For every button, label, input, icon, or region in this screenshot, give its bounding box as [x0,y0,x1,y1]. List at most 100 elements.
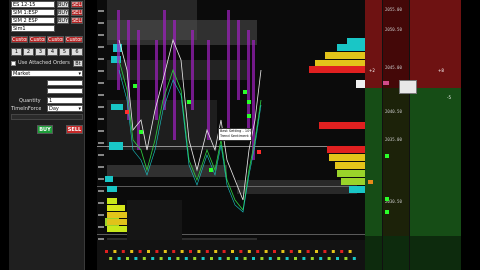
right-volume-bar [309,66,365,73]
purple-volume-column [237,20,240,100]
instrument-field[interactable]: SIM 2 ESP [11,17,55,24]
chevron-down-icon: ▾ [78,106,81,112]
signal-marker-red [257,150,261,154]
signal-marker-green [247,114,251,118]
quantity-label: Quantity [19,98,41,104]
instrument-buy-button[interactable]: BUY [57,1,69,8]
attached-orders-label: Use Attached Orders [18,60,70,66]
limit-price-field[interactable] [47,80,83,86]
price-chart-area[interactable]: Best Setting - 10% Trend Sentiment Indic… [97,0,365,270]
price-ladder[interactable]: 2055.00 2050.50 2045.00 2040.50 2035.00 … [365,0,461,270]
footer-tick-mark [235,257,239,260]
footer-tick-mark [172,250,176,253]
footer-tick-mark [285,257,289,260]
order-type-select[interactable]: Market ▾ [11,70,83,77]
stop-price-field[interactable] [47,88,83,94]
footer-tick-mark [193,257,197,260]
qty-preset-2[interactable]: 2 [23,48,34,56]
right-volume-bar [349,186,365,193]
footer-tick-mark [109,257,113,260]
price-axis-tick [98,22,104,24]
qty-preset-4[interactable]: 4 [47,48,58,56]
ladder-price-4: 2040.50 [385,109,402,114]
price-axis-tick [98,106,104,108]
footer-tick-mark [289,250,293,253]
qty-preset-3[interactable]: 3 [35,48,46,56]
buy-button[interactable]: BUY [37,125,53,134]
instrument-field[interactable]: SIM 1:ESP [11,9,55,16]
right-volume-bar [325,52,365,59]
volume-profile-shadow [127,200,182,240]
ladder-label-2: -5 [447,95,451,100]
footer-tick-mark [298,250,302,253]
instrument-sell-button[interactable]: SELL [71,1,83,8]
custom-button-2[interactable]: Custom [29,36,46,43]
instrument-buy-button[interactable]: BUY [57,9,69,16]
signal-marker-green [247,100,251,104]
chart-footer [97,240,365,270]
ladder-price-5: 2035.00 [385,137,402,142]
left-volume-bar [107,205,125,211]
footer-tick-mark [205,250,209,253]
attached-orders-button[interactable]: Bt [73,60,83,67]
account-field[interactable] [11,114,83,120]
instrument-field[interactable]: ES 12-15 [11,1,55,8]
ladder-price-1: 2055.00 [385,7,402,12]
footer-tick-mark [159,257,163,260]
footer-tick-mark [105,250,108,253]
footer-tick-mark [113,250,117,253]
footer-tick-mark [247,250,251,253]
window-scrollbar[interactable] [461,0,480,270]
sell-button[interactable]: SELL [66,125,83,134]
footer-tick-mark [147,250,150,253]
instrument-sell-button[interactable]: SELL [71,9,83,16]
ladder-price-3: 2045.00 [385,65,402,70]
ladder-divider-left [382,0,383,270]
custom-button-1[interactable]: Custom [11,36,28,43]
quantity-field[interactable]: 1 [47,97,83,104]
ladder-divider-right [409,0,410,270]
footer-tick-mark [180,250,184,253]
footer-tick-mark [252,257,255,260]
ask-side-ladder [365,0,461,88]
price-axis-tick [98,46,104,48]
qty-preset-6[interactable]: 6 [71,48,83,56]
tif-select[interactable]: Day ▾ [47,105,83,112]
footer-tick-mark [142,257,146,260]
attached-orders-checkbox[interactable] [11,61,16,66]
custom-button-4[interactable]: Custom [65,36,83,43]
footer-tick-mark [319,257,323,260]
signal-marker-red [125,110,129,114]
price-axis-tick [98,58,104,60]
footer-tick-mark [168,257,171,260]
footer-tick-mark [222,250,226,253]
footer-tick-mark [117,257,121,260]
right-volume-bar [337,44,365,51]
footer-tick-mark [277,257,281,260]
price-axis-tick [98,10,104,12]
footer-tick-mark [294,257,297,260]
instrument-sell-button[interactable]: SELL [71,17,83,24]
right-volume-bar [337,170,365,177]
chevron-down-icon: ▾ [78,71,81,77]
footer-tick-mark [348,250,352,253]
footer-tick-mark [184,257,188,260]
custom-button-3[interactable]: Custom [47,36,64,43]
footer-tick-mark [134,257,138,260]
signal-marker-green [133,84,137,88]
ladder-marker-green-2 [385,197,389,201]
price-axis-tick [98,202,104,204]
instrument-field[interactable]: Sim1 [11,25,55,32]
footer-tick-mark [243,257,247,260]
quantity-value: 1 [49,98,53,104]
footer-tick-mark [130,250,134,253]
action-button-row: Custom Custom Custom Custom [11,36,83,43]
qty-preset-5[interactable]: 5 [59,48,70,56]
footer-tick-mark [155,250,159,253]
instrument-buy-button[interactable]: BUY [57,17,69,24]
current-price-box [356,80,365,88]
footer-tick-mark [189,250,192,253]
price-axis-tick [98,34,104,36]
footer-tick-mark [327,257,331,260]
qty-preset-1[interactable]: 1 [11,48,22,56]
